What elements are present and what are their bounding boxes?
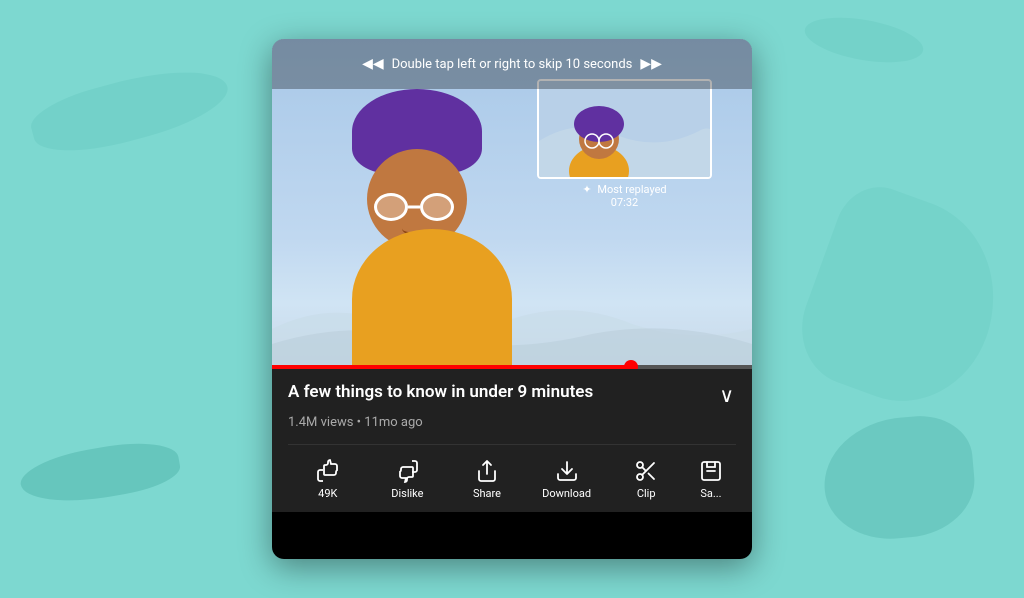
save-label: Sa... (700, 487, 721, 500)
most-replayed-thumbnail (537, 79, 712, 179)
share-icon (475, 459, 499, 483)
skip-hint-text: Double tap left or right to skip 10 seco… (392, 57, 633, 72)
save-icon (699, 459, 723, 483)
progress-filled (272, 365, 632, 369)
like-button[interactable]: 49K (288, 455, 368, 504)
most-replayed-popup: ✦ Most replayed 07:32 (537, 79, 712, 209)
progress-bar[interactable] (272, 365, 752, 369)
glasses-bridge (408, 206, 420, 209)
sparkle-icon: ✦ (582, 183, 591, 196)
scissors-icon (634, 459, 658, 483)
skip-right-arrows: ▶▶ (640, 56, 662, 72)
video-title-row: A few things to know in under 9 minutes … (288, 381, 736, 409)
video-player[interactable]: ✦ Most replayed 07:32 ◀◀ Double tap left… (272, 39, 752, 369)
char-glasses (374, 193, 454, 221)
clip-label: Clip (637, 487, 656, 500)
thumbs-down-icon (395, 459, 419, 483)
actions-row: 49K Dislike Share Downl (288, 444, 736, 504)
dislike-label: Dislike (391, 487, 423, 500)
share-button[interactable]: Share (447, 455, 527, 504)
video-meta: 1.4M views • 11mo ago (288, 415, 736, 430)
download-icon (555, 459, 579, 483)
glasses-left (374, 193, 408, 221)
like-count: 49K (318, 487, 337, 500)
chevron-down-button[interactable]: ∨ (717, 381, 736, 409)
brush-decoration-4 (819, 412, 979, 545)
video-title: A few things to know in under 9 minutes (288, 381, 705, 403)
video-info-panel: A few things to know in under 9 minutes … (272, 369, 752, 512)
brush-decoration-3 (785, 175, 1023, 425)
skip-left-arrows: ◀◀ (362, 56, 384, 72)
dislike-button[interactable]: Dislike (368, 455, 448, 504)
most-replayed-time: 07:32 (537, 196, 712, 209)
phone-frame: ✦ Most replayed 07:32 ◀◀ Double tap left… (272, 39, 752, 559)
thumbnail-bg (539, 81, 712, 179)
most-replayed-label: ✦ Most replayed (537, 179, 712, 196)
save-button[interactable]: Sa... (686, 455, 736, 504)
thumbs-up-icon (316, 459, 340, 483)
glasses-right (420, 193, 454, 221)
brush-decoration-5 (801, 10, 926, 70)
character-illustration (332, 109, 532, 369)
brush-decoration-1 (26, 55, 235, 165)
progress-scrubber[interactable] (624, 360, 638, 369)
share-label: Share (473, 487, 501, 500)
download-label: Download (542, 487, 591, 500)
skip-hint-overlay: ◀◀ Double tap left or right to skip 10 s… (272, 39, 752, 89)
clip-button[interactable]: Clip (606, 455, 686, 504)
brush-decoration-2 (17, 434, 183, 511)
char-body (352, 229, 512, 369)
download-button[interactable]: Download (527, 455, 607, 504)
